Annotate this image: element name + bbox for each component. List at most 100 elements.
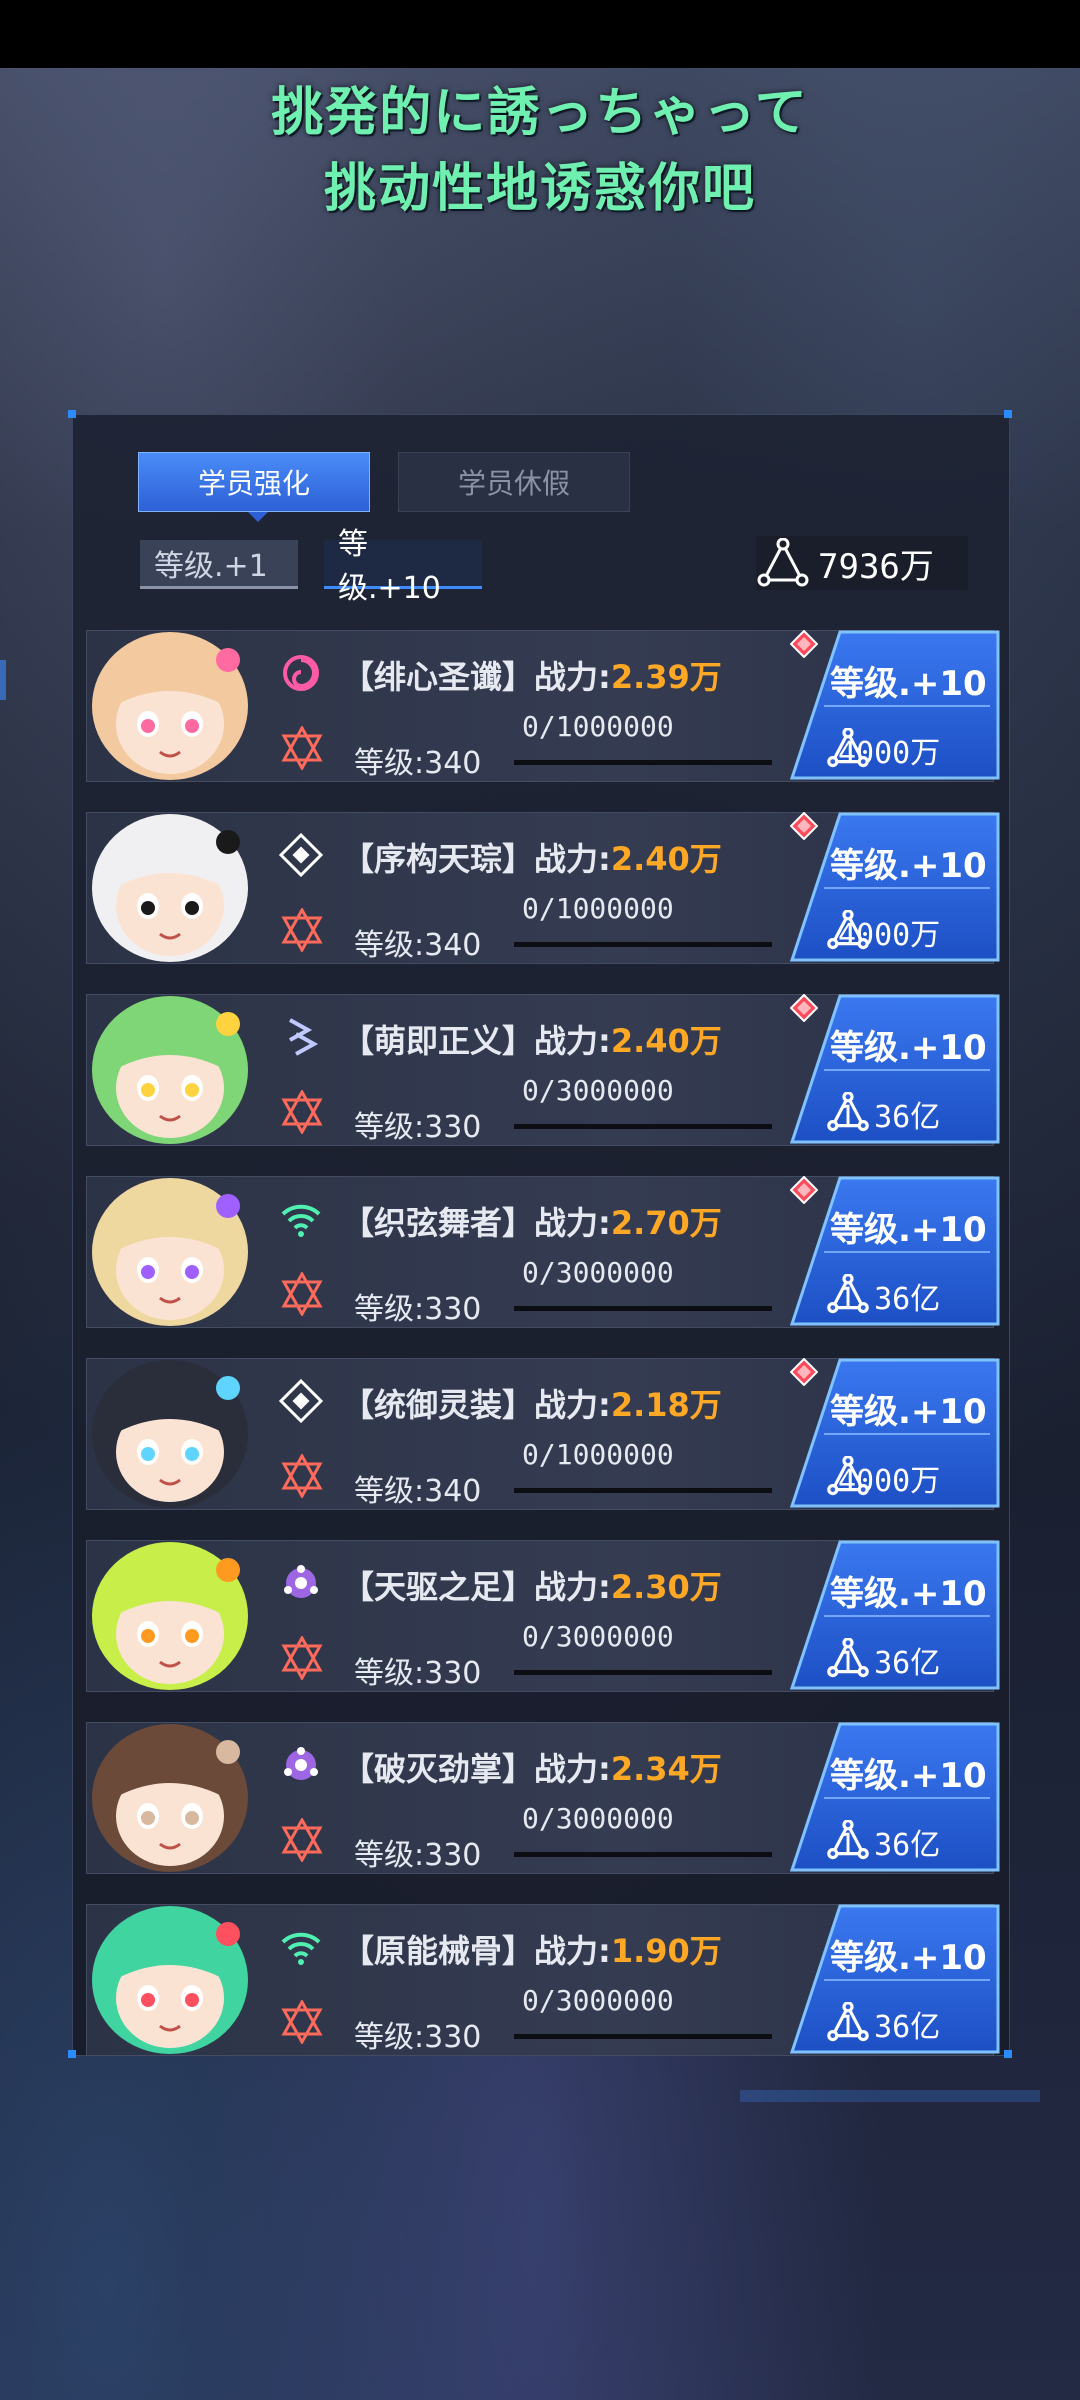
student-level: 等级:340 [354,746,482,781]
upgrade-button[interactable]: 等级.+10 1.36亿 [790,1540,1000,1690]
upgrade-cost: 4000万 [826,1456,940,1500]
power-value: 2.34万 [610,1750,722,1788]
edge-glow [0,660,6,700]
student-avatar[interactable] [78,802,264,968]
student-name: 【原能械骨】 [342,1932,535,1970]
upgrade-label: 等级.+10 [830,1574,987,1614]
student-name: 【统御灵装】 [342,1386,535,1424]
upgrade-cost: 1.36亿 [826,1092,940,1136]
student-avatar[interactable] [78,1166,264,1332]
power-label: 战力: [534,1932,611,1970]
exp-progress-bar [514,2034,772,2039]
upgrade-cost: 1.36亿 [826,2002,940,2046]
student-avatar[interactable] [78,1348,264,1514]
student-name: 【萌即正义】 [342,1022,535,1060]
student-name: 【绯心圣谶】 [342,658,535,696]
exp-progress-text: 0/3000000 [522,1984,674,2017]
upgrade-label: 等级.+10 [830,1938,987,1978]
upgrade-button[interactable]: 等级.+10 1.36亿 [790,1176,1000,1326]
power-label: 战力: [534,840,611,878]
upgrade-cost: 4000万 [826,728,940,772]
student-level: 等级:330 [354,2020,482,2055]
exp-progress-bar [514,1488,772,1493]
rank-star-icon [280,1816,324,1864]
orbit-flower-icon [278,1742,324,1788]
upgrade-button[interactable]: 等级.+10 4000万 [790,630,1000,780]
rank-star-icon [280,1998,324,2046]
upgrade-label: 等级.+10 [830,664,987,704]
student-avatar[interactable] [78,1894,264,2060]
power-value: 2.18万 [610,1386,722,1424]
student-row: 【统御灵装】战力:2.18万 0/1000000 等级:340 等级.+10 4… [86,1358,1000,1510]
student-name-line: 【萌即正义】战力:2.40万 [342,1016,722,1062]
upgrade-button[interactable]: 等级.+10 1.36亿 [790,994,1000,1144]
student-name-line: 【破灭劲掌】战力:2.34万 [342,1744,722,1790]
student-level: 等级:330 [354,1656,482,1691]
student-row: 【序构天琮】战力:2.40万 0/1000000 等级:340 等级.+10 4… [86,812,1000,964]
resource-amount: 7936万 [818,546,934,587]
student-name-line: 【天驱之足】战力:2.30万 [342,1562,722,1608]
level-plus10-button[interactable]: 等级.+10 [324,527,482,606]
student-avatar[interactable] [78,984,264,1150]
rank-star-icon [280,906,324,954]
power-label: 战力: [534,658,611,696]
upgrade-label: 等级.+10 [830,1028,987,1068]
student-avatar[interactable] [78,1530,264,1696]
upgrade-button[interactable]: 等级.+10 4000万 [790,1358,1000,1508]
rank-star-icon [280,724,324,772]
rank-star-icon [280,1270,324,1318]
exp-progress-text: 0/3000000 [522,1620,674,1653]
power-label: 战力: [534,1750,611,1788]
upgrade-label: 等级.+10 [830,1756,987,1796]
student-row: 【萌即正义】战力:2.40万 0/3000000 等级:330 等级.+10 1… [86,994,1000,1146]
exp-progress-text: 0/3000000 [522,1802,674,1835]
student-avatar[interactable] [78,620,264,786]
swirl-icon [278,650,324,696]
status-bar [0,0,1080,68]
panel-corner [68,410,76,418]
signal-icon [278,1924,324,1970]
upgrade-button[interactable]: 等级.+10 1.36亿 [790,1904,1000,2054]
student-row: 【绯心圣谶】战力:2.39万 0/1000000 等级:340 等级.+10 4… [86,630,1000,782]
rank-star-icon [280,1634,324,1682]
power-value: 2.30万 [610,1568,722,1606]
power-label: 战力: [534,1386,611,1424]
upgrade-cost: 1.36亿 [826,1638,940,1682]
student-row: 【破灭劲掌】战力:2.34万 0/3000000 等级:330 等级.+10 1… [86,1722,1000,1874]
panel-corner [68,2050,76,2058]
power-label: 战力: [534,1022,611,1060]
upgrade-button[interactable]: 等级.+10 1.36亿 [790,1722,1000,1872]
tab-indicator [248,512,268,522]
signal-icon [278,1196,324,1242]
upgrade-button[interactable]: 等级.+10 4000万 [790,812,1000,962]
diamond-core-icon [278,832,324,878]
alert-diamond-icon [790,1358,818,1386]
power-value: 2.40万 [610,1022,722,1060]
subtitle-line-1: 挑発的に誘っちゃって [271,83,809,143]
student-name: 【织弦舞者】 [342,1204,535,1242]
student-avatar[interactable] [78,1712,264,1878]
diamond-core-icon [278,1378,324,1424]
student-level: 等级:330 [354,1292,482,1327]
exp-progress-text: 0/3000000 [522,1256,674,1289]
student-name: 【天驱之足】 [342,1568,535,1606]
student-name-line: 【统御灵装】战力:2.18万 [342,1380,722,1426]
exp-progress-text: 0/3000000 [522,1074,674,1107]
tab-student-vacation[interactable]: 学员休假 [398,452,630,512]
exp-progress-bar [514,760,772,765]
student-name-line: 【原能械骨】战力:1.90万 [342,1926,722,1972]
level-plus1-button[interactable]: 等级.+1 [140,540,298,589]
exp-progress-bar [514,1124,772,1129]
subtitle-line-2: 挑动性地诱惑你吧 [323,159,756,219]
student-level: 等级:340 [354,1474,482,1509]
alert-diamond-icon [790,994,818,1022]
upgrade-cost: 4000万 [826,910,940,954]
exp-progress-bar [514,1852,772,1857]
tab-student-enhance[interactable]: 学员强化 [138,452,370,512]
panel-corner [1004,410,1012,418]
exp-progress-bar [514,942,772,947]
student-name-line: 【序构天琮】战力:2.40万 [342,834,722,880]
student-name: 【破灭劲掌】 [342,1750,535,1788]
power-label: 战力: [534,1568,611,1606]
student-name-line: 【织弦舞者】战力:2.70万 [342,1198,722,1244]
